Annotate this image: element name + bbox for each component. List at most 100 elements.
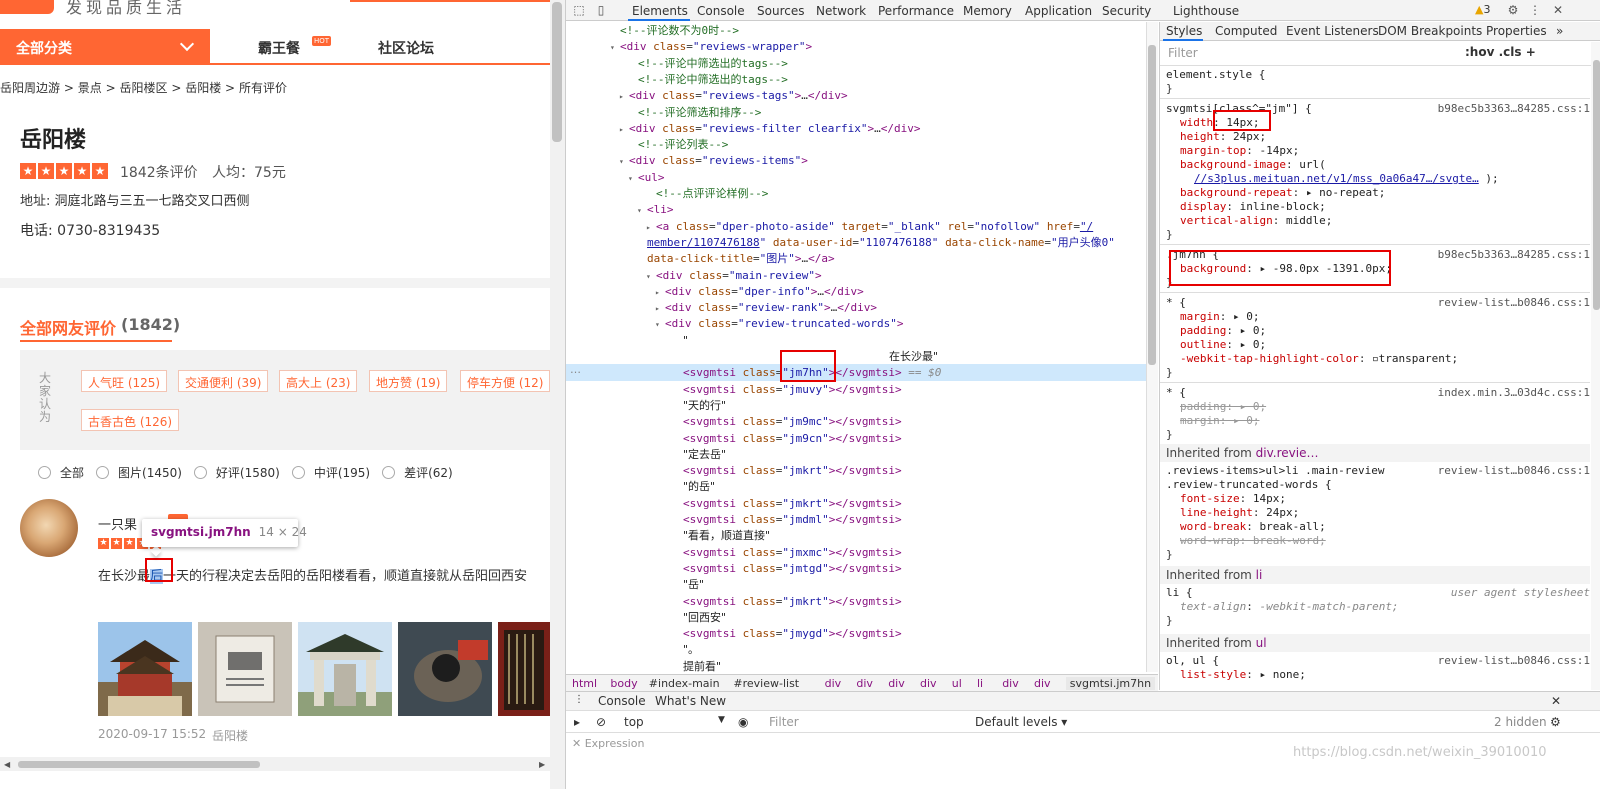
drawer-tab-console[interactable]: Console bbox=[598, 694, 646, 708]
styles-scroll-thumb[interactable] bbox=[1593, 60, 1600, 310]
dom-breadcrumb-item[interactable]: div bbox=[888, 677, 905, 690]
all-categories-button[interactable]: 全部分类 bbox=[0, 29, 210, 65]
review-photo[interactable] bbox=[198, 622, 292, 716]
settings-gear-icon[interactable]: ⚙ bbox=[1506, 3, 1520, 17]
css-property[interactable]: padding: ▸ 0; bbox=[1160, 324, 1590, 338]
sidebar-toggle-icon[interactable]: ▸ bbox=[574, 715, 580, 729]
review-tag[interactable]: 高大上 (23) bbox=[279, 370, 358, 392]
drawer-tab-whats-new[interactable]: What's New bbox=[655, 694, 726, 708]
dom-line[interactable]: "定去岳" bbox=[566, 446, 1146, 463]
css-selector[interactable]: .reviews-items>ul>li .main-review review-… bbox=[1160, 464, 1590, 478]
console-settings-icon[interactable]: ⚙ bbox=[1550, 715, 1561, 729]
dom-line[interactable]: <svgmtsi class="jm9cn"></svgmtsi> bbox=[566, 430, 1146, 447]
dom-line[interactable]: "天的行" bbox=[566, 397, 1146, 414]
css-property[interactable]: outline: ▸ 0; bbox=[1160, 338, 1590, 352]
ellipsis-icon[interactable]: … bbox=[570, 363, 581, 376]
context-dropdown-icon[interactable]: ▼ bbox=[718, 715, 725, 725]
review-poi-link[interactable]: 岳阳楼 bbox=[212, 727, 248, 744]
dom-breadcrumb-item[interactable]: svgmtsi.jm7hn bbox=[1065, 677, 1156, 690]
css-selector[interactable]: element.style { bbox=[1160, 68, 1590, 82]
css-property[interactable]: display: inline-block; bbox=[1160, 200, 1590, 214]
dom-line[interactable]: ▾ <ul> bbox=[566, 169, 1146, 186]
dom-line[interactable]: ▾ <div class="reviews-wrapper"> bbox=[566, 38, 1146, 55]
tab-security[interactable]: Security bbox=[1102, 4, 1151, 18]
css-selector[interactable]: ol, ul {review-list…b0846.css:1 bbox=[1160, 654, 1590, 668]
dom-breadcrumb-item[interactable]: #index-main bbox=[649, 677, 720, 690]
tab-application[interactable]: Application bbox=[1025, 4, 1092, 18]
filter-radio-bad[interactable]: 差评(62) bbox=[382, 464, 453, 481]
review-photo[interactable] bbox=[98, 622, 192, 716]
tab-styles[interactable]: Styles bbox=[1166, 24, 1202, 38]
css-source-link[interactable]: b98ec5b3363…84285.css:1 bbox=[1438, 248, 1590, 262]
dom-line[interactable]: <!--评论中筛选出的tags--> bbox=[566, 71, 1146, 88]
page-hscroll-thumb[interactable] bbox=[18, 761, 260, 768]
dom-line[interactable]: ▾ <div class="review-truncated-words"> bbox=[566, 315, 1146, 332]
dom-line[interactable]: 在长沙最" bbox=[566, 348, 1146, 365]
styles-filter-input[interactable]: Filter bbox=[1168, 46, 1198, 60]
dom-line[interactable]: <svgmtsi class="jmygd"></svgmtsi> bbox=[566, 625, 1146, 642]
filter-radio-photos[interactable]: 图片(1450) bbox=[96, 464, 182, 481]
scroll-right-arrow-icon[interactable]: ▶ bbox=[539, 760, 545, 769]
tab-console[interactable]: Console bbox=[697, 4, 745, 18]
dom-line[interactable]: " bbox=[566, 332, 1146, 349]
dom-line[interactable]: data-click-title="图片">…</a> bbox=[566, 250, 1146, 267]
dom-breadcrumb-item[interactable]: ul bbox=[952, 677, 962, 690]
dom-breadcrumb-item[interactable]: html bbox=[572, 677, 597, 690]
avatar[interactable] bbox=[20, 499, 78, 557]
css-property[interactable]: background-image: url( bbox=[1160, 158, 1590, 172]
dom-line[interactable]: ▾ <li> bbox=[566, 201, 1146, 218]
dom-line[interactable]: <svgmtsi class="jmdml"></svgmtsi> bbox=[566, 511, 1146, 528]
reviewer-name[interactable]: 一只果 bbox=[98, 514, 137, 533]
css-property[interactable]: line-height: 24px; bbox=[1160, 506, 1590, 520]
dom-line[interactable]: <!--评论筛选和排序--> bbox=[566, 104, 1146, 121]
dom-breadcrumb-item[interactable]: #review-list bbox=[733, 677, 799, 690]
dom-line[interactable]: ▸ <div class="review-rank">…</div> bbox=[566, 299, 1146, 316]
review-photo[interactable] bbox=[398, 622, 492, 716]
dom-breadcrumb-item[interactable]: div bbox=[1002, 677, 1019, 690]
dom-line[interactable]: <svgmtsi class="jmxmc"></svgmtsi> bbox=[566, 544, 1146, 561]
console-expression-input[interactable]: ✕ Expression bbox=[572, 737, 644, 750]
css-source-link[interactable]: review-list…b0846.css:1 bbox=[1438, 464, 1590, 478]
review-tag[interactable]: 人气旺 (125) bbox=[81, 370, 168, 392]
css-selector[interactable]: * {index.min.3…03d4c.css:1 bbox=[1160, 386, 1590, 400]
inspect-element-icon[interactable]: ⬚ bbox=[572, 3, 586, 17]
filter-radio-medium[interactable]: 中评(195) bbox=[291, 464, 370, 481]
tab-properties[interactable]: Properties bbox=[1486, 24, 1547, 38]
dom-line[interactable]: ▸ <div class="reviews-tags">…</div> bbox=[566, 87, 1146, 104]
css-property-overridden[interactable]: padding: ▸ 0; bbox=[1160, 400, 1590, 414]
dom-line[interactable]: <!--评论中筛选出的tags--> bbox=[566, 55, 1146, 72]
device-toolbar-icon[interactable]: ▯ bbox=[594, 3, 608, 17]
dom-line[interactable]: ▾ <div class="main-review"> bbox=[566, 267, 1146, 284]
review-photo[interactable] bbox=[298, 622, 392, 716]
css-source-link[interactable]: review-list…b0846.css:1 bbox=[1438, 654, 1590, 668]
dom-line[interactable]: "。 bbox=[566, 641, 1146, 658]
breadcrumb-item[interactable]: 岳阳楼区 bbox=[119, 81, 167, 95]
dom-breadcrumb-item[interactable]: div bbox=[856, 677, 873, 690]
css-property[interactable]: background-repeat: ▸ no-repeat; bbox=[1160, 186, 1590, 200]
console-filter-input[interactable]: Filter bbox=[769, 715, 799, 729]
css-property-overridden[interactable]: word-wrap: break-word; bbox=[1160, 534, 1590, 548]
css-property[interactable]: -webkit-tap-highlight-color: ▫transparen… bbox=[1160, 352, 1590, 366]
css-url-link[interactable]: //s3plus.meituan.net/v1/mss_0a06a47…/svg… bbox=[1160, 172, 1590, 186]
css-property[interactable]: vertical-align: middle; bbox=[1160, 214, 1590, 228]
tab-performance[interactable]: Performance bbox=[878, 4, 954, 18]
more-options-icon[interactable]: ⋮ bbox=[1528, 3, 1542, 17]
css-property[interactable]: font-size: 14px; bbox=[1160, 492, 1590, 506]
dianping-logo[interactable] bbox=[0, 0, 54, 14]
css-property[interactable]: margin: ▸ 0; bbox=[1160, 310, 1590, 324]
css-property[interactable]: word-break: break-all; bbox=[1160, 520, 1590, 534]
dom-line[interactable]: "的岳" bbox=[566, 478, 1146, 495]
css-property[interactable]: margin-top: -14px; bbox=[1160, 144, 1590, 158]
review-count[interactable]: 1842条评价 bbox=[120, 162, 198, 182]
dom-line[interactable]: ▸ <a class="dper-photo-aside" target="_bl… bbox=[566, 218, 1146, 235]
review-photo[interactable] bbox=[498, 622, 550, 716]
live-expression-eye-icon[interactable]: ◉ bbox=[738, 715, 748, 729]
css-property[interactable]: list-style: ▸ none; bbox=[1160, 668, 1590, 682]
breadcrumb-item[interactable]: 岳阳周边游 bbox=[0, 81, 60, 95]
tab-network[interactable]: Network bbox=[816, 4, 866, 18]
dom-line[interactable]: ▸ <div class="reviews-filter clearfix">…<… bbox=[566, 120, 1146, 137]
drawer-close-icon[interactable]: ✕ bbox=[1551, 694, 1561, 708]
dom-line[interactable]: <svgmtsi class="jmtgd"></svgmtsi> bbox=[566, 560, 1146, 577]
css-selector[interactable]: li {user agent stylesheet bbox=[1160, 586, 1590, 600]
dom-line[interactable]: <!--评论数不为0时--> bbox=[566, 22, 1146, 39]
